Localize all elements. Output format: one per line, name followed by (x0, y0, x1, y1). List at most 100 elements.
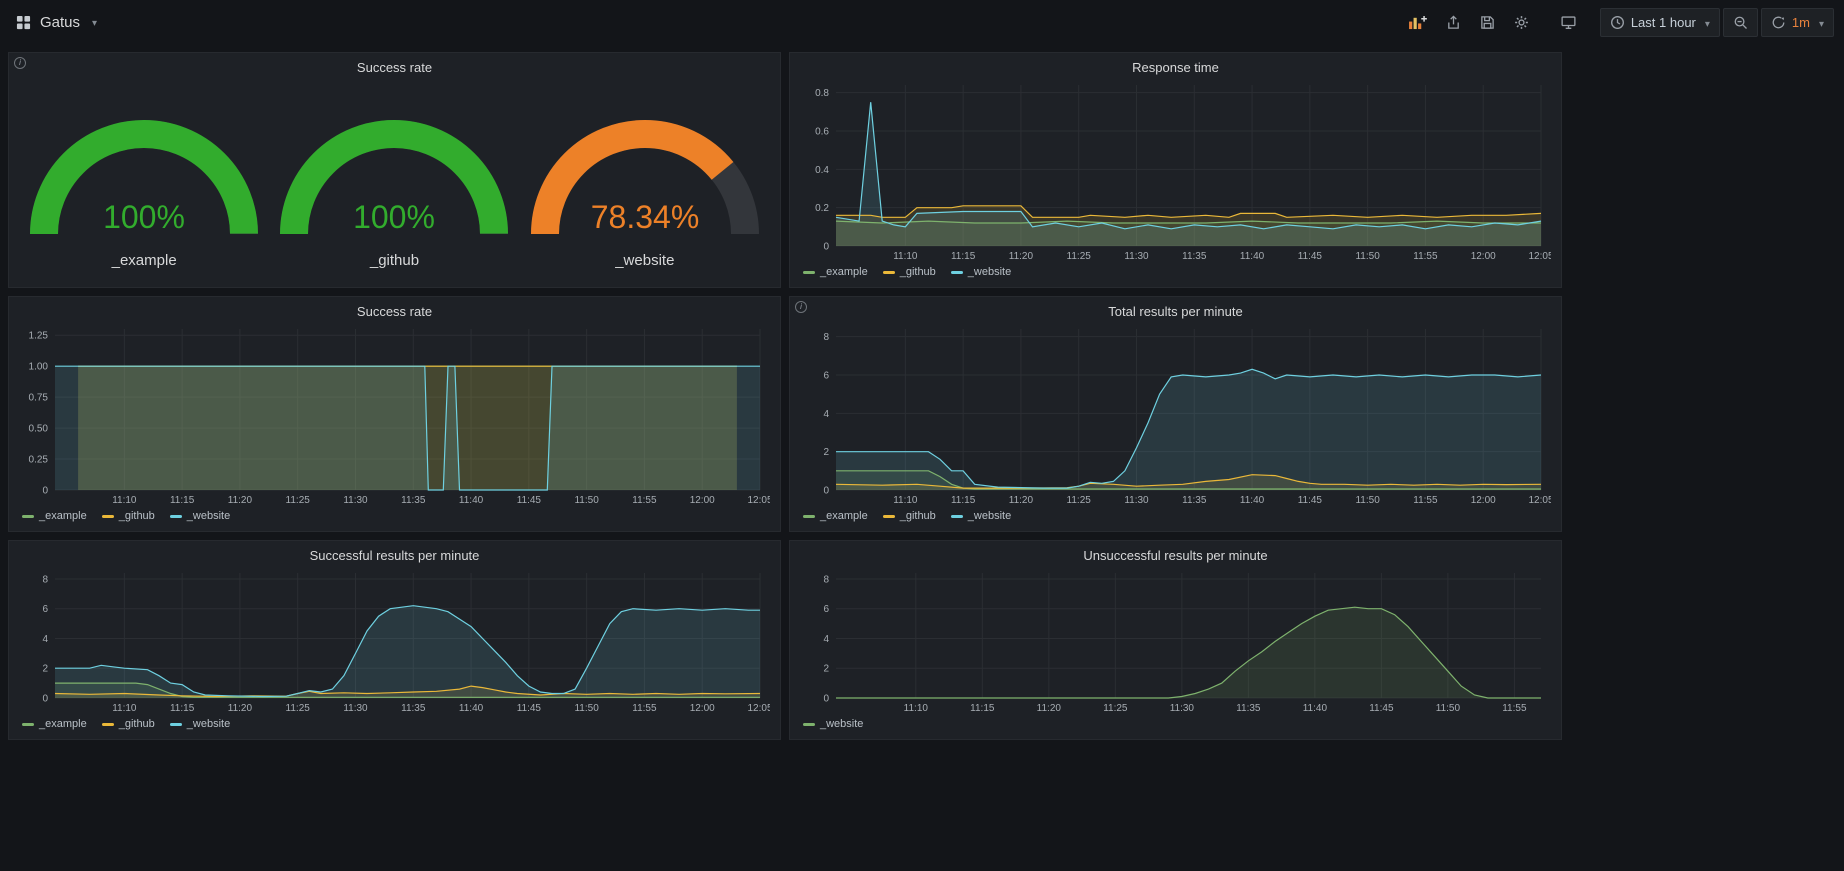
y-tick-label: 8 (42, 574, 48, 585)
legend-color-swatch (883, 271, 895, 274)
panel-title[interactable]: Success rate (19, 301, 770, 323)
legend-color-swatch (883, 515, 895, 518)
legend-item-example[interactable]: _example (22, 510, 87, 522)
gauge-title: _website (615, 252, 674, 269)
legend-item-github[interactable]: _github (883, 266, 936, 278)
legend-label: _example (39, 718, 87, 730)
cycle-view-button[interactable] (1553, 11, 1584, 34)
save-icon (1480, 15, 1495, 30)
x-tick-label: 11:40 (1303, 703, 1328, 714)
x-tick-label: 11:15 (951, 251, 976, 262)
legend-label: _github (119, 718, 155, 730)
y-tick-label: 2 (42, 664, 48, 675)
x-tick-label: 11:10 (904, 703, 929, 714)
legend: _example _github _website (19, 715, 770, 733)
x-tick-label: 12:05 (1528, 495, 1551, 506)
legend-item-website[interactable]: _website (951, 266, 1011, 278)
dashboard-title[interactable]: Gatus (40, 14, 80, 31)
panel-info-icon[interactable] (795, 301, 807, 313)
panel-title[interactable]: Success rate (19, 57, 770, 79)
legend-item-website[interactable]: _website (951, 510, 1011, 522)
chart-canvas[interactable]: 11:1011:1511:2011:2511:3011:3511:4011:45… (800, 323, 1551, 507)
chart-canvas[interactable]: 11:1011:1511:2011:2511:3011:3511:4011:45… (19, 323, 770, 507)
x-tick-label: 11:35 (1182, 251, 1207, 262)
add-panel-button[interactable] (1400, 11, 1435, 34)
x-tick-label: 11:45 (1298, 251, 1323, 262)
x-tick-label: 11:55 (632, 703, 657, 714)
chart-canvas[interactable]: 11:1011:1511:2011:2511:3011:3511:4011:45… (19, 567, 770, 715)
x-tick-label: 11:10 (893, 495, 918, 506)
panel-success-rate-gauges: Success rate 100%_example100%_github78.3… (8, 52, 781, 288)
legend-item-github[interactable]: _github (883, 510, 936, 522)
time-range-button[interactable]: Last 1 hour (1600, 8, 1720, 37)
legend-item-github[interactable]: _github (102, 510, 155, 522)
legend-item-website[interactable]: _website (170, 510, 230, 522)
y-tick-label: 0.75 (29, 393, 49, 404)
gear-icon (1514, 15, 1529, 30)
x-tick-label: 11:20 (1009, 251, 1034, 262)
panel-unsuccessful-results: Unsuccessful results per minute 11:1011:… (789, 540, 1562, 740)
legend: _example _github _website (800, 507, 1551, 525)
legend: _example _github _website (19, 507, 770, 525)
legend-label: _example (820, 510, 868, 522)
chart-canvas[interactable]: 11:1011:1511:2011:2511:3011:3511:4011:45… (800, 79, 1551, 263)
panel-title[interactable]: Successful results per minute (19, 545, 770, 567)
save-button[interactable] (1472, 11, 1503, 34)
legend-item-example[interactable]: _example (22, 718, 87, 730)
clock-icon (1610, 15, 1625, 30)
panel-info-icon[interactable] (14, 57, 26, 69)
legend-item-example[interactable]: _example (803, 510, 868, 522)
navbar: Gatus Last 1 hour 1m (0, 0, 1844, 44)
legend-item-example[interactable]: _example (803, 266, 868, 278)
panel-title[interactable]: Response time (800, 57, 1551, 79)
x-tick-label: 11:25 (1067, 495, 1092, 506)
time-range-caret-down-icon (1702, 15, 1710, 30)
legend-item-website[interactable]: _website (170, 718, 230, 730)
refresh-button[interactable]: 1m (1761, 8, 1834, 37)
y-tick-label: 1.00 (29, 362, 49, 373)
x-tick-label: 12:00 (1471, 495, 1496, 506)
x-tick-label: 11:10 (112, 703, 137, 714)
y-tick-label: 8 (823, 332, 829, 343)
legend-color-swatch (102, 515, 114, 518)
zoom-out-button[interactable] (1723, 8, 1758, 37)
x-tick-label: 11:55 (1502, 703, 1527, 714)
y-tick-label: 0 (823, 486, 829, 497)
apps-grid-icon[interactable] (16, 15, 31, 30)
dashboard-settings-button[interactable] (1506, 11, 1537, 34)
total-results-chart[interactable]: 11:1011:1511:2011:2511:3011:3511:4011:45… (800, 323, 1551, 507)
chart-canvas[interactable]: 11:1011:1511:2011:2511:3011:3511:4011:45… (800, 567, 1551, 715)
add-panel-icon (1408, 15, 1427, 30)
legend-color-swatch (803, 271, 815, 274)
response-time-chart[interactable]: 11:1011:1511:2011:2511:3011:3511:4011:45… (800, 79, 1551, 263)
legend-label: _example (820, 266, 868, 278)
unsuccessful-results-chart[interactable]: 11:1011:1511:2011:2511:3011:3511:4011:45… (800, 567, 1551, 715)
panel-title[interactable]: Unsuccessful results per minute (800, 545, 1551, 567)
successful-results-chart[interactable]: 11:1011:1511:2011:2511:3011:3511:4011:45… (19, 567, 770, 715)
x-tick-label: 11:30 (1170, 703, 1195, 714)
legend-label: _website (968, 510, 1011, 522)
legend-item-website[interactable]: _website (803, 718, 863, 730)
legend-item-github[interactable]: _github (102, 718, 155, 730)
x-tick-label: 11:30 (343, 495, 368, 506)
gauge-arc: 78.34% (520, 92, 770, 250)
legend-label: _website (820, 718, 863, 730)
gauge-row: 100%_example100%_github78.34%_website (19, 79, 770, 281)
dashboard-caret-down-icon[interactable] (89, 13, 97, 31)
x-tick-label: 11:50 (574, 703, 599, 714)
success-rate-chart[interactable]: 11:1011:1511:2011:2511:3011:3511:4011:45… (19, 323, 770, 507)
x-tick-label: 11:30 (343, 703, 368, 714)
legend-label: _github (900, 510, 936, 522)
legend-label: _website (187, 718, 230, 730)
x-tick-label: 11:15 (951, 495, 976, 506)
share-button[interactable] (1438, 11, 1469, 34)
x-tick-label: 11:40 (1240, 251, 1265, 262)
x-tick-label: 11:15 (170, 703, 195, 714)
panel-success-rate-graph: Success rate 11:1011:1511:2011:2511:3011… (8, 296, 781, 532)
x-tick-label: 11:30 (1124, 495, 1149, 506)
zoom-out-icon (1733, 15, 1748, 30)
x-tick-label: 11:40 (459, 703, 484, 714)
panel-title[interactable]: Total results per minute (800, 301, 1551, 323)
x-tick-label: 11:25 (286, 495, 311, 506)
gauge-value: 78.34% (591, 199, 700, 235)
